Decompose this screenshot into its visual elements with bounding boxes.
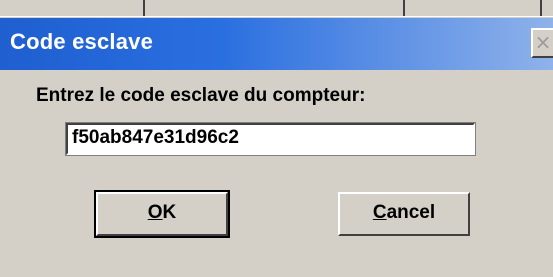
slave-code-input[interactable]: f50ab847e31d96c2: [65, 122, 476, 156]
close-button[interactable]: ×: [531, 28, 553, 58]
background-window: [0, 0, 553, 17]
background-divider: [540, 0, 542, 16]
close-icon: ×: [534, 30, 552, 54]
prompt-label: Entrez le code esclave du compteur:: [36, 85, 366, 106]
dialog-titlebar[interactable]: Code esclave ×: [0, 18, 553, 70]
ok-label-rest: K: [162, 202, 177, 223]
cancel-button-label: Cancel: [373, 202, 435, 223]
cancel-mnemonic: C: [372, 202, 387, 223]
slave-code-value: f50ab847e31d96c2: [72, 127, 239, 148]
ok-button-label: OK: [148, 202, 177, 223]
dialog-title: Code esclave: [10, 29, 154, 54]
cancel-button[interactable]: Cancel: [338, 192, 470, 236]
screen: Code esclave × Entrez le code esclave du…: [0, 0, 553, 277]
ok-button[interactable]: OK: [94, 190, 230, 238]
cancel-label-rest: ancel: [386, 202, 436, 223]
background-divider: [143, 0, 145, 16]
code-esclave-dialog: Code esclave × Entrez le code esclave du…: [0, 16, 553, 277]
background-divider: [403, 0, 405, 16]
ok-mnemonic: O: [147, 202, 163, 223]
